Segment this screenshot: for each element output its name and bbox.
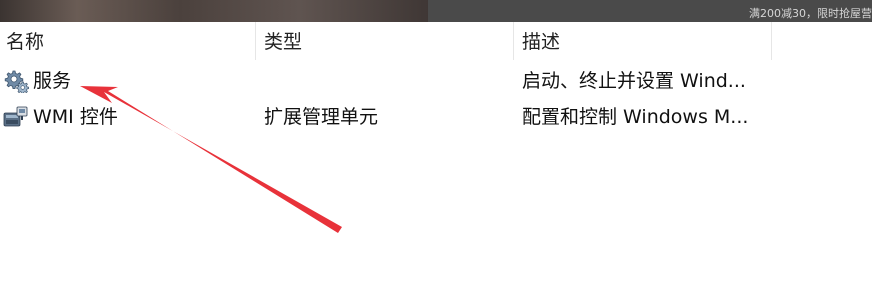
banner-promo-area: 满200减30，限时抢屋营 [428, 0, 872, 22]
column-separator[interactable] [771, 22, 772, 60]
row-type: 扩展管理单元 [264, 106, 379, 128]
promo-text: 满200减30，限时抢屋营 [749, 7, 872, 20]
row-name: WMI 控件 [33, 106, 118, 128]
list-row-wmi-control[interactable]: WMI 控件 扩展管理单元 配置和控制 Windows M... [0, 99, 872, 135]
wmi-control-icon [3, 105, 29, 129]
column-header-name-label: 名称 [6, 31, 45, 53]
column-header-type-label: 类型 [264, 31, 303, 53]
banner-image [0, 0, 428, 22]
row-name: 服务 [33, 70, 72, 92]
top-banner: 满200减30，限时抢屋营 [0, 0, 872, 22]
column-header-type[interactable]: 类型 [258, 22, 514, 62]
list-header: 名称 类型 描述 [0, 22, 872, 62]
column-separator[interactable] [255, 22, 256, 60]
list-row-services[interactable]: 服务 启动、终止并设置 Wind... [0, 63, 872, 99]
column-header-name[interactable]: 名称 [0, 22, 256, 62]
row-description: 启动、终止并设置 Wind... [522, 70, 746, 92]
column-header-description[interactable]: 描述 [516, 22, 772, 62]
gear-icon [3, 69, 29, 95]
column-separator[interactable] [513, 22, 514, 60]
column-header-description-label: 描述 [522, 31, 561, 53]
row-description: 配置和控制 Windows M... [522, 106, 749, 128]
